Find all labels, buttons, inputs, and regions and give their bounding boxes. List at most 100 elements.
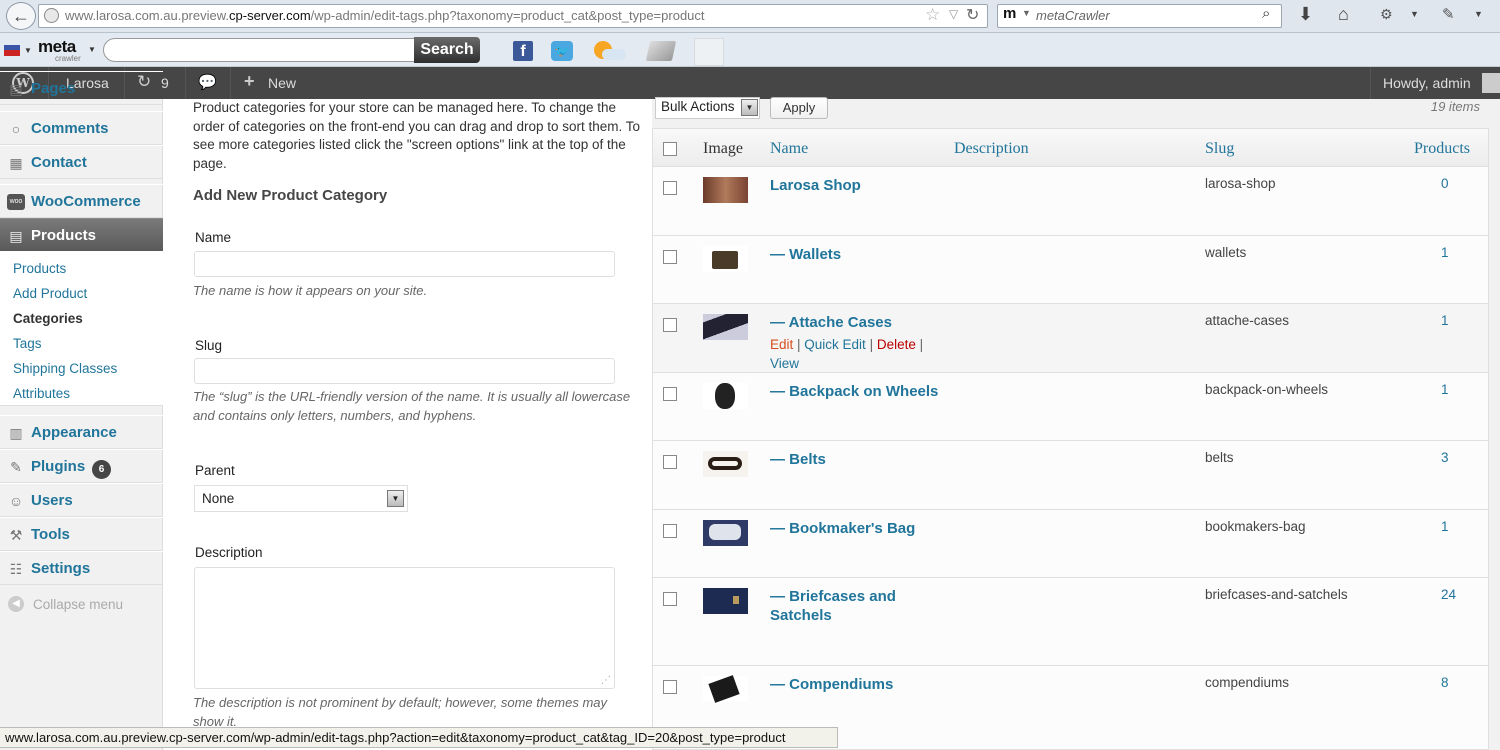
submenu-tags[interactable]: Tags bbox=[13, 336, 42, 351]
adminbar-new[interactable]: New bbox=[268, 75, 296, 91]
category-name[interactable]: — Attache Cases bbox=[770, 313, 940, 332]
submenu-add-product[interactable]: Add Product bbox=[13, 286, 87, 301]
table-row[interactable]: Larosa Shop larosa-shop 0 bbox=[653, 167, 1488, 236]
view-link[interactable]: View bbox=[770, 356, 799, 371]
table-row[interactable]: — Backpack on Wheels backpack-on-wheels … bbox=[653, 373, 1488, 441]
row-checkbox[interactable] bbox=[663, 387, 677, 401]
edit-link[interactable]: Edit bbox=[770, 337, 793, 352]
description-textarea[interactable]: ⋰ bbox=[194, 567, 615, 689]
menu-tools[interactable]: ⚒ Tools bbox=[0, 517, 163, 551]
news-icon[interactable] bbox=[645, 41, 677, 61]
select-all-checkbox[interactable] bbox=[663, 142, 677, 156]
category-name[interactable]: — Belts bbox=[770, 450, 940, 469]
table-row[interactable]: — Bookmaker's Bag bookmakers-bag 1 bbox=[653, 510, 1488, 578]
row-checkbox[interactable] bbox=[663, 455, 677, 469]
collapse-menu-label[interactable]: Collapse menu bbox=[33, 597, 123, 612]
menu-products[interactable]: ▤ Products bbox=[0, 218, 163, 252]
addon-caret-icon[interactable]: ▼ bbox=[1410, 9, 1419, 19]
menu-contact[interactable]: ▦ Contact bbox=[0, 145, 163, 179]
category-name[interactable]: — Bookmaker's Bag bbox=[770, 519, 940, 538]
submenu-categories[interactable]: Categories bbox=[13, 311, 83, 326]
menu-appearance[interactable]: ▥ Appearance bbox=[0, 415, 163, 449]
column-slug[interactable]: Slug bbox=[1205, 140, 1234, 158]
chevron-down-icon[interactable]: ▼ bbox=[741, 99, 758, 116]
submenu-shipping-classes[interactable]: Shipping Classes bbox=[13, 361, 117, 376]
menu-comments[interactable]: ○ Comments bbox=[0, 111, 163, 145]
category-count[interactable]: 24 bbox=[1441, 587, 1456, 602]
home-icon[interactable]: ⌂ bbox=[1338, 4, 1349, 25]
collapse-menu[interactable]: ◀ Collapse menu bbox=[0, 592, 163, 616]
menu-woocommerce[interactable]: woo WooCommerce bbox=[0, 184, 163, 218]
tools-caret-icon[interactable]: ▼ bbox=[1474, 9, 1483, 19]
row-checkbox[interactable] bbox=[663, 592, 677, 606]
reload-icon[interactable]: ↻ bbox=[966, 5, 979, 25]
submenu-products[interactable]: Products bbox=[13, 261, 66, 276]
tools-icon[interactable]: ✎ bbox=[1442, 5, 1455, 23]
category-count[interactable]: 3 bbox=[1441, 450, 1449, 465]
category-count[interactable]: 1 bbox=[1441, 382, 1449, 397]
slug-input[interactable] bbox=[194, 358, 615, 384]
parent-select[interactable]: None ▼ bbox=[194, 485, 408, 512]
column-name[interactable]: Name bbox=[770, 140, 808, 158]
category-count[interactable]: 1 bbox=[1441, 313, 1449, 328]
bookmark-star-icon[interactable]: ☆ bbox=[925, 5, 940, 25]
table-row[interactable]: — Wallets wallets 1 bbox=[653, 236, 1488, 304]
adminbar-howdy[interactable]: Howdy, admin bbox=[1383, 75, 1471, 91]
table-row[interactable]: — Briefcases and Satchels briefcases-and… bbox=[653, 578, 1488, 666]
search-engine-caret-icon[interactable]: ▼ bbox=[1022, 8, 1031, 18]
download-icon[interactable]: ⬇ bbox=[1298, 4, 1313, 25]
category-name[interactable]: — Backpack on Wheels bbox=[770, 382, 1010, 401]
category-name[interactable]: Larosa Shop bbox=[770, 176, 940, 195]
bulk-actions-select[interactable]: Bulk Actions ▼ bbox=[655, 97, 760, 119]
category-count[interactable]: 0 bbox=[1441, 176, 1449, 191]
globe-icon[interactable] bbox=[44, 8, 59, 23]
row-checkbox[interactable] bbox=[663, 680, 677, 694]
row-checkbox[interactable] bbox=[663, 524, 677, 538]
category-count[interactable]: 1 bbox=[1441, 519, 1449, 534]
name-input[interactable] bbox=[194, 251, 615, 277]
toolbar-search-input[interactable] bbox=[103, 38, 415, 62]
column-products[interactable]: Products bbox=[1414, 140, 1470, 158]
row-checkbox[interactable] bbox=[663, 318, 677, 332]
submenu-attributes[interactable]: Attributes bbox=[13, 386, 70, 401]
category-count[interactable]: 1 bbox=[1441, 245, 1449, 260]
facebook-icon[interactable]: f bbox=[513, 41, 533, 61]
resize-handle-icon[interactable]: ⋰ bbox=[601, 675, 611, 686]
flag-icon[interactable] bbox=[4, 45, 20, 56]
toolbar-button[interactable] bbox=[694, 38, 724, 66]
row-checkbox[interactable] bbox=[663, 181, 677, 195]
flag-caret-icon[interactable]: ▼ bbox=[24, 46, 32, 55]
menu-settings[interactable]: ☷ Settings bbox=[0, 551, 163, 585]
category-thumbnail bbox=[703, 383, 748, 409]
menu-users[interactable]: ☺ Users bbox=[0, 483, 163, 517]
category-count[interactable]: 8 bbox=[1441, 675, 1449, 690]
apply-button[interactable]: Apply bbox=[770, 97, 828, 119]
addon-icon[interactable]: ⚙ bbox=[1380, 6, 1393, 23]
twitter-icon[interactable]: 🐦 bbox=[551, 41, 573, 61]
menu-pages[interactable]: ▤ Pages bbox=[0, 71, 163, 105]
table-row[interactable]: — Belts belts 3 bbox=[653, 441, 1488, 510]
category-name[interactable]: — Wallets bbox=[770, 245, 940, 264]
comments-icon[interactable]: 💬 bbox=[198, 73, 217, 91]
history-dropdown-icon[interactable]: ▽ bbox=[949, 7, 958, 21]
delete-link[interactable]: Delete bbox=[877, 337, 916, 352]
category-name[interactable]: — Compendiums bbox=[770, 675, 940, 694]
search-engine-logo[interactable]: m bbox=[1003, 5, 1016, 22]
collapse-arrow-icon[interactable]: ◀ bbox=[8, 596, 24, 612]
column-description[interactable]: Description bbox=[954, 140, 1029, 158]
toolbar-search-button[interactable]: Search bbox=[414, 37, 480, 63]
back-arrow-icon[interactable]: ← bbox=[6, 2, 36, 30]
quick-edit-link[interactable]: Quick Edit bbox=[804, 337, 866, 352]
search-icon[interactable]: ⌕ bbox=[1262, 5, 1270, 22]
plus-icon[interactable]: + bbox=[244, 71, 255, 92]
table-row[interactable]: — Attache Cases Edit | Quick Edit | Dele… bbox=[653, 304, 1488, 373]
toolbar-logo-caret-icon[interactable]: ▼ bbox=[88, 45, 96, 54]
chevron-down-icon[interactable]: ▼ bbox=[387, 490, 404, 507]
row-checkbox[interactable] bbox=[663, 250, 677, 264]
url-field[interactable]: www.larosa.com.au.preview.cp-server.com/… bbox=[38, 4, 988, 28]
menu-plugins[interactable]: ✎ Plugins 6 bbox=[0, 449, 163, 483]
avatar[interactable] bbox=[1482, 73, 1500, 93]
category-name[interactable]: — Briefcases and Satchels bbox=[770, 587, 940, 625]
weather-icon[interactable] bbox=[592, 41, 626, 61]
plugins-update-badge: 6 bbox=[92, 460, 111, 479]
